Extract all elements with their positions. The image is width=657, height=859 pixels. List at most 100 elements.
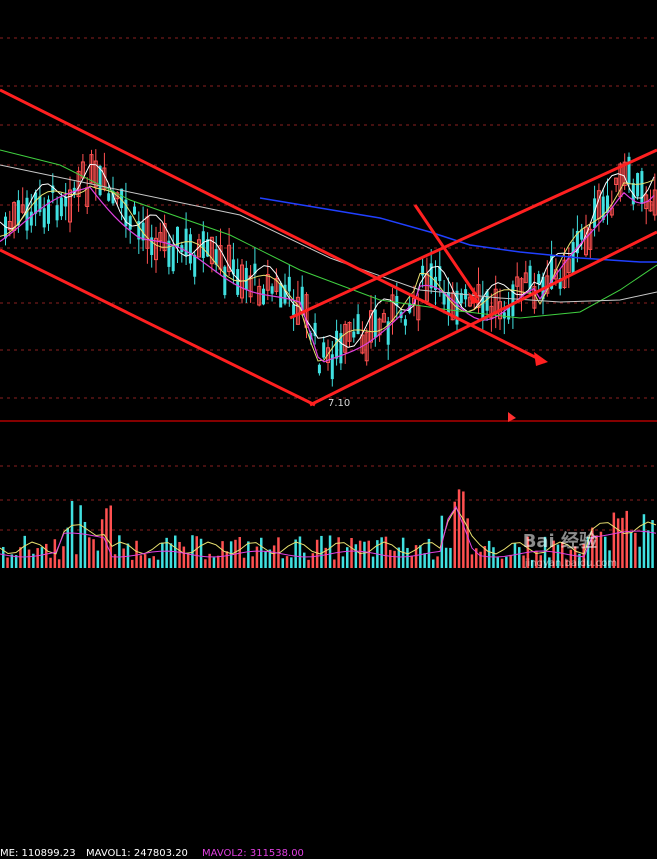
volume-bar bbox=[156, 559, 160, 568]
ma-yellow-line bbox=[0, 179, 655, 362]
volume-bar bbox=[303, 552, 306, 568]
volume-bar bbox=[462, 491, 465, 568]
volume-bar bbox=[70, 500, 74, 568]
volume-bar bbox=[40, 547, 44, 568]
volume-bar bbox=[509, 554, 512, 568]
volume-bar bbox=[96, 550, 100, 568]
volume-bar bbox=[75, 554, 78, 568]
candle-body bbox=[317, 364, 321, 374]
low-price-label: 7.10 bbox=[328, 398, 351, 409]
volume-bar bbox=[380, 537, 383, 568]
volume-bar bbox=[109, 505, 112, 568]
volume-bar bbox=[298, 536, 302, 568]
volume-bar bbox=[182, 546, 186, 568]
volume-bar bbox=[307, 559, 310, 568]
volume-bar bbox=[118, 535, 121, 568]
volume-bar bbox=[363, 541, 366, 568]
volume-bar bbox=[500, 558, 504, 568]
candle-body bbox=[107, 193, 111, 201]
volume-bar bbox=[36, 548, 39, 568]
volume-bar bbox=[647, 530, 650, 568]
volume-bar bbox=[100, 519, 104, 568]
volume-bar bbox=[272, 545, 276, 568]
candle-body bbox=[188, 234, 192, 264]
trend-line bbox=[0, 88, 546, 364]
volume-bar bbox=[225, 551, 229, 568]
trend-line bbox=[309, 230, 657, 407]
volume-bar bbox=[88, 537, 91, 568]
volume-bar bbox=[204, 559, 207, 568]
volume-bar bbox=[294, 539, 297, 568]
volume-bar bbox=[281, 558, 284, 568]
volume-bar bbox=[384, 536, 388, 568]
volume-bar bbox=[195, 536, 198, 568]
volume-bar bbox=[217, 555, 220, 568]
volume-bar bbox=[350, 537, 353, 568]
candle-body bbox=[279, 282, 283, 308]
volume-bar bbox=[518, 547, 521, 568]
volume-bar bbox=[346, 547, 349, 568]
candle-body bbox=[128, 216, 132, 230]
volume-bar bbox=[148, 558, 151, 568]
candle-body bbox=[55, 205, 59, 221]
volume-bar bbox=[49, 557, 52, 568]
volume-bar bbox=[406, 547, 409, 568]
volume-bar bbox=[131, 559, 134, 568]
volume-bar bbox=[629, 532, 633, 568]
candle-body bbox=[356, 314, 360, 335]
volume-bar bbox=[634, 532, 637, 568]
candle-body bbox=[373, 309, 377, 338]
volume-bar bbox=[92, 539, 95, 568]
volume-bar bbox=[199, 538, 203, 568]
volume-bar bbox=[221, 541, 224, 568]
volume-bar bbox=[57, 559, 61, 568]
candle-body bbox=[352, 331, 356, 338]
volume-bar bbox=[290, 557, 293, 568]
candle-body bbox=[262, 288, 265, 305]
candle-body bbox=[64, 196, 68, 207]
candle-body bbox=[322, 342, 326, 358]
ma-green-line bbox=[0, 149, 657, 319]
volume-bar bbox=[186, 553, 190, 568]
candle-body bbox=[34, 192, 38, 214]
volume-bar bbox=[432, 559, 435, 568]
candle-body bbox=[171, 246, 175, 272]
volume-legend-mavol2: MAVOL2: 311538.00 bbox=[202, 848, 304, 859]
volume-legend-me: ME: 110899.23 bbox=[0, 848, 76, 859]
volume-bar bbox=[436, 556, 439, 568]
volume-bar bbox=[6, 557, 9, 568]
volume-bar bbox=[333, 559, 336, 568]
candle-body bbox=[511, 284, 515, 317]
candle-body bbox=[193, 254, 197, 277]
volume-bar bbox=[449, 547, 452, 568]
volume-bar bbox=[208, 553, 211, 568]
watermark-sub: jingyan.baidu.com bbox=[524, 558, 617, 569]
volume-bar bbox=[341, 556, 345, 568]
volume-bar bbox=[178, 541, 181, 568]
candle-body bbox=[335, 330, 339, 359]
volume-bar bbox=[487, 540, 491, 568]
volume-bar bbox=[354, 544, 358, 568]
candle-body bbox=[292, 304, 296, 316]
candle-body bbox=[640, 171, 644, 204]
candle-body bbox=[42, 208, 46, 228]
volume-bar bbox=[255, 546, 259, 568]
volume-bar bbox=[320, 535, 323, 568]
volume-bar bbox=[479, 551, 482, 568]
volume-bar bbox=[358, 540, 362, 568]
volume-bar bbox=[311, 553, 315, 568]
stock-chart bbox=[0, 37, 657, 568]
candle-body bbox=[133, 206, 136, 215]
volume-bar bbox=[328, 535, 332, 568]
volume-bar bbox=[638, 546, 641, 568]
volume-bar bbox=[419, 545, 422, 568]
candle-body bbox=[244, 267, 248, 290]
volume-bar bbox=[260, 537, 263, 568]
candle-body bbox=[223, 266, 227, 296]
volume-bar bbox=[161, 542, 164, 568]
volume-bar bbox=[389, 549, 392, 568]
volume-bar bbox=[625, 510, 628, 568]
candle-body bbox=[403, 319, 407, 326]
volume-bar bbox=[251, 556, 254, 568]
volume-bar bbox=[513, 543, 517, 568]
